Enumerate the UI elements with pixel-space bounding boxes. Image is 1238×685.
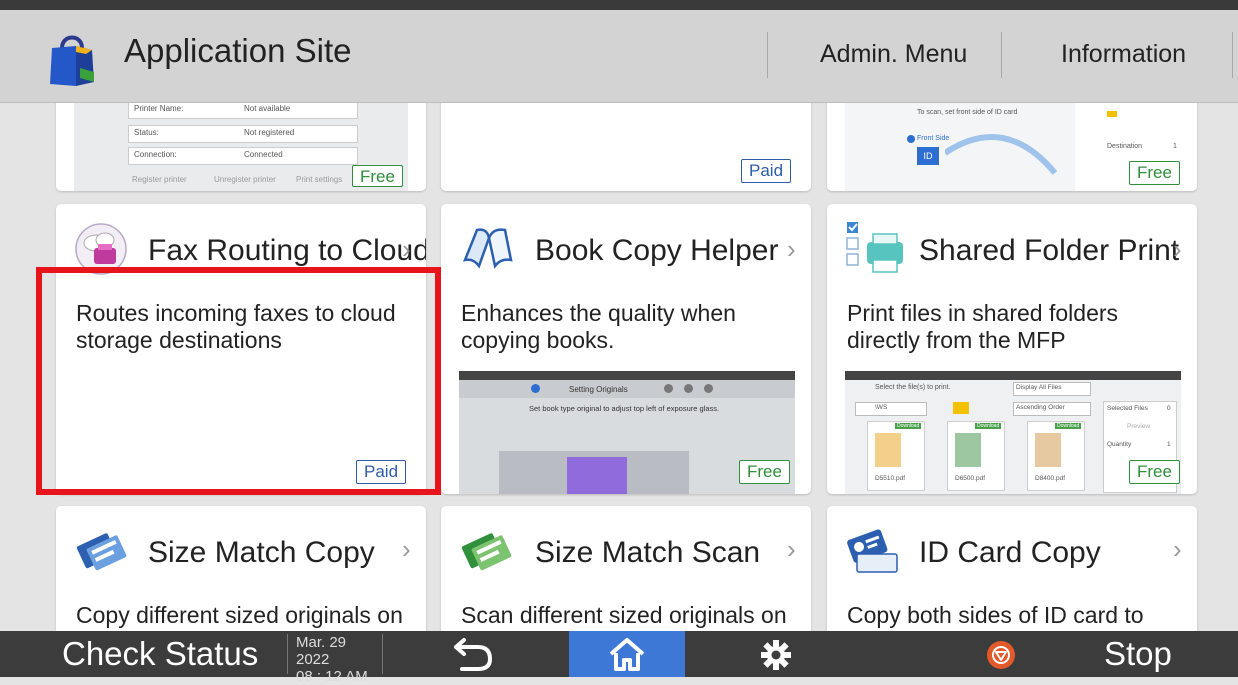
preview-selected-count: 0 bbox=[1167, 405, 1171, 412]
shopping-bag-icon bbox=[50, 35, 94, 86]
app-card-top-middle[interactable]: Paid bbox=[441, 103, 811, 191]
preview-sort: Ascending Order bbox=[1016, 404, 1065, 411]
app-card-size-match-copy[interactable]: Size Match Copy › Copy different sized o… bbox=[56, 506, 426, 631]
preview-quantity-label: Quantity bbox=[1107, 441, 1132, 448]
admin-menu-button[interactable]: Admin. Menu bbox=[820, 40, 967, 69]
app-title: Fax Routing to Cloud bbox=[148, 234, 426, 267]
chevron-right-icon: › bbox=[787, 234, 796, 264]
date-text: Mar. 29 2022 bbox=[296, 634, 347, 668]
app-card-top-left[interactable]: Printer Name: Not available Status: Not … bbox=[56, 103, 426, 191]
printer-folder-icon bbox=[846, 222, 903, 273]
information-button[interactable]: Information bbox=[1061, 40, 1186, 69]
back-arrow-icon[interactable] bbox=[440, 635, 500, 675]
preview-filter: Display All Files bbox=[1016, 384, 1062, 391]
app-card-book-copy-helper[interactable]: Book Copy Helper › Enhances the quality … bbox=[441, 204, 811, 494]
paid-badge: Paid bbox=[356, 460, 407, 484]
preview-prompt: Select the file(s) to print. bbox=[875, 384, 951, 391]
app-description: Scan different sized originals on bbox=[461, 602, 787, 628]
gear-icon[interactable] bbox=[756, 638, 796, 672]
app-description: Copy both sides of ID card to one bbox=[847, 602, 1144, 631]
app-title: Book Copy Helper bbox=[535, 234, 779, 267]
app-card-top-right[interactable]: To scan, set front side of ID card Front… bbox=[827, 103, 1197, 191]
top-border bbox=[0, 0, 1238, 10]
preview-value: Connected bbox=[244, 150, 283, 159]
preview-download-badge: Download bbox=[895, 423, 922, 429]
paid-badge: Paid bbox=[741, 159, 792, 183]
preview-label: Status: bbox=[134, 128, 159, 137]
preview-tab: Print settings bbox=[296, 175, 343, 184]
app-title: Size Match Copy bbox=[148, 536, 375, 569]
header-separator bbox=[767, 32, 768, 78]
app-description: Print files in shared folders directly f… bbox=[847, 300, 1119, 353]
app-title: Shared Folder Print bbox=[919, 234, 1180, 267]
preview-destination: Destination bbox=[1107, 143, 1143, 150]
free-badge: Free bbox=[1129, 460, 1180, 484]
date-time-display: Mar. 29 2022 08 : 12 AM bbox=[287, 634, 383, 685]
size-match-copy-icon bbox=[76, 533, 127, 571]
preview-text: Set book type original to adjust top lef… bbox=[529, 404, 720, 413]
preview-button-label: Preview bbox=[1127, 423, 1151, 430]
id-card-icon bbox=[847, 529, 898, 573]
preview-file-name: D6500.pdf bbox=[955, 475, 985, 482]
app-title: ID Card Copy bbox=[919, 536, 1101, 569]
home-icon bbox=[609, 638, 645, 671]
chevron-right-icon: › bbox=[787, 534, 796, 564]
header-separator bbox=[1232, 32, 1233, 78]
preview-caption: To scan, set front side of ID card bbox=[917, 109, 1018, 116]
size-match-scan-icon bbox=[461, 533, 512, 571]
app-card-id-card-copy[interactable]: ID Card Copy › Copy both sides of ID car… bbox=[827, 506, 1197, 631]
app-grid[interactable]: Printer Name: Not available Status: Not … bbox=[0, 103, 1238, 631]
fax-cloud-icon bbox=[75, 223, 127, 275]
stop-button[interactable]: Stop bbox=[1104, 635, 1172, 673]
app-card-size-match-scan[interactable]: Size Match Scan › Scan different sized o… bbox=[441, 506, 811, 631]
app-card-fax-routing-to-cloud[interactable]: Fax Routing to Cloud › Routes incoming f… bbox=[56, 204, 426, 494]
free-badge: Free bbox=[739, 460, 790, 484]
preview-destination-count: 1 bbox=[1173, 143, 1177, 150]
preview-title: Setting Originals bbox=[569, 385, 628, 394]
app-title: Size Match Scan bbox=[535, 536, 761, 569]
bottom-taskbar: Check Status Mar. 29 2022 08 : 12 AM Sto… bbox=[0, 631, 1238, 685]
header-bar: Application Site Admin. Menu Information bbox=[0, 10, 1238, 103]
preview-quantity-value: 1 bbox=[1167, 441, 1171, 448]
app-description: Enhances the quality when copying books. bbox=[461, 300, 736, 353]
chevron-right-icon: › bbox=[1173, 534, 1182, 564]
preview-download-badge: Download bbox=[1055, 423, 1082, 429]
preview-label: Connection: bbox=[134, 150, 177, 159]
preview-tab: Unregister printer bbox=[214, 175, 276, 184]
preview-file-name: D5510.pdf bbox=[875, 475, 905, 482]
app-card-shared-folder-print[interactable]: Shared Folder Print › Print files in sha… bbox=[827, 204, 1197, 494]
preview-value: Not registered bbox=[244, 128, 295, 137]
app-description: Routes incoming faxes to cloud storage d… bbox=[76, 300, 396, 353]
preview-label: Printer Name: bbox=[134, 104, 184, 113]
chevron-right-icon: › bbox=[402, 234, 411, 264]
free-badge: Free bbox=[352, 165, 403, 187]
stop-icon[interactable] bbox=[986, 640, 1016, 670]
preview-value: Not available bbox=[244, 104, 291, 113]
preview-download-badge: Download bbox=[975, 423, 1002, 429]
page-title: Application Site bbox=[124, 32, 352, 69]
check-status-button[interactable]: Check Status bbox=[62, 635, 258, 673]
preview-selected-label: Selected Files bbox=[1107, 405, 1148, 412]
app-preview-id-scan: To scan, set front side of ID card Front… bbox=[845, 103, 1075, 191]
open-book-icon bbox=[462, 228, 513, 269]
id-card-preview-icon: ID bbox=[917, 147, 939, 165]
header-separator bbox=[1001, 32, 1002, 78]
chevron-right-icon: › bbox=[1173, 234, 1182, 264]
preview-tab: Register printer bbox=[132, 175, 187, 184]
free-badge: Free bbox=[1129, 161, 1180, 185]
chevron-right-icon: › bbox=[402, 534, 411, 564]
home-button[interactable] bbox=[569, 631, 685, 677]
preview-folder: \WS bbox=[875, 404, 888, 411]
app-description: Copy different sized originals on bbox=[76, 602, 403, 628]
preview-file-name: D8400.pdf bbox=[1035, 475, 1065, 482]
